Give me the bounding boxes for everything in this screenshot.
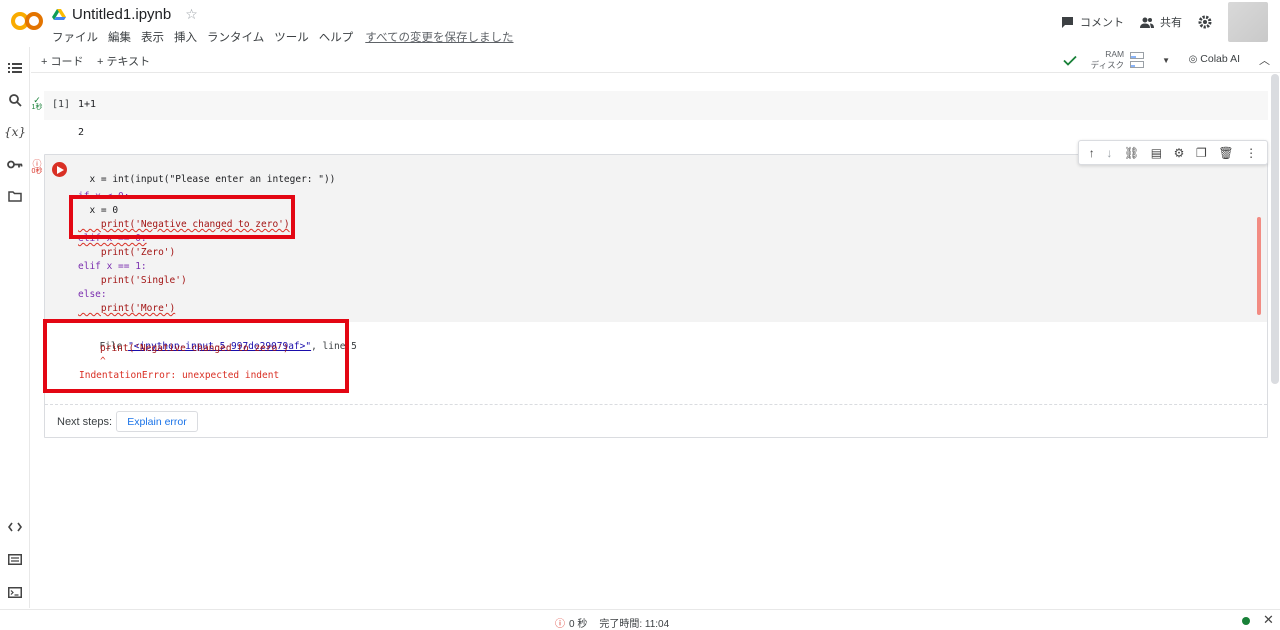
code-snippets-icon[interactable] (6, 518, 24, 536)
runtime-status[interactable]: RAM ディスク ▼ (1063, 49, 1170, 71)
table-of-contents-icon[interactable] (6, 59, 24, 77)
disk-label: ディスク (1090, 60, 1125, 70)
collapse-header-icon[interactable]: ︿ (1259, 52, 1270, 68)
menu-tools[interactable]: ツール (274, 29, 309, 45)
code-line-9[interactable]: print('Single') (78, 275, 187, 286)
avatar[interactable] (1228, 2, 1268, 42)
chevron-down-icon[interactable]: ▼ (1162, 56, 1170, 65)
save-status[interactable]: すべての変更を保存しました (365, 29, 513, 45)
code-line-7[interactable]: print('Zero') (78, 247, 175, 258)
terminal-icon[interactable] (6, 583, 24, 601)
connection-status-dot (1242, 617, 1250, 625)
more-options-icon[interactable]: ⋮ (1245, 146, 1257, 160)
variables-icon[interactable]: {x} (4, 123, 26, 141)
share-label: 共有 (1160, 17, 1182, 29)
menu-runtime[interactable]: ランタイム (207, 29, 264, 45)
highlight-box-error (43, 319, 349, 393)
gear-icon[interactable] (1198, 15, 1212, 29)
header: Untitled1.ipynb ☆ ファイル 編集 表示 挿入 ランタイム ツー… (0, 0, 1280, 46)
cell-1-code[interactable]: 1+1 (78, 99, 96, 110)
cell-2-status: ⓘ 0秒 (31, 160, 43, 176)
code-line-11[interactable]: print('More') (78, 303, 175, 314)
comment-label: コメント (1080, 17, 1124, 29)
star-icon[interactable]: ☆ (185, 6, 198, 23)
cell-action-toolbar: ↑ ↓ ⛓ ▤ ⚙ ❐ 🗑 ⋮ (1078, 140, 1268, 165)
comment-button[interactable]: コメント (1061, 14, 1124, 30)
ai-icon: ◎ (1188, 53, 1198, 65)
check-icon (1063, 55, 1077, 66)
status-bar: ⓘ 0 秒 完了時間: 11:04 ✕ (0, 609, 1280, 630)
ram-bar (1130, 52, 1145, 59)
code-line-10[interactable]: else: (78, 289, 107, 300)
error-scroll-indicator (1257, 217, 1261, 315)
menu-file[interactable]: ファイル (52, 29, 98, 45)
next-steps-label: Next steps: (57, 416, 113, 428)
page-scrollbar[interactable] (1271, 74, 1279, 384)
comment-icon (1062, 17, 1073, 28)
mirror-cell-icon[interactable]: ❐ (1196, 146, 1207, 160)
code-line-1[interactable]: x = int(input("Please enter an integer: … (78, 163, 335, 185)
move-down-icon[interactable]: ↓ (1106, 146, 1112, 160)
error-icon: ⓘ (555, 619, 565, 630)
left-sidebar: {x} (0, 47, 30, 608)
add-text-button[interactable]: + テキスト (97, 53, 150, 69)
folder-icon[interactable] (6, 187, 24, 205)
add-code-button[interactable]: + コード (41, 53, 83, 69)
completed-time: 完了時間: 11:04 (599, 619, 670, 630)
cell-1-time: 1秒 (31, 104, 43, 111)
error-icon: ⓘ (32, 159, 42, 169)
cell-1-output: 2 (78, 127, 85, 138)
close-icon[interactable]: ✕ (1263, 612, 1274, 628)
google-drive-icon (52, 8, 66, 20)
search-icon[interactable] (6, 91, 24, 109)
people-icon (1140, 17, 1154, 28)
menu-edit[interactable]: 編集 (108, 29, 131, 45)
explain-error-button[interactable]: Explain error (116, 411, 198, 432)
colab-ai-label: Colab AI (1200, 53, 1240, 65)
output-divider (45, 404, 1267, 405)
link-icon[interactable]: ⛓ (1124, 146, 1139, 160)
cell-1-status: ✓ 1秒 (31, 96, 43, 112)
notebook-toolbar: + コード + テキスト RAM ディスク ▼ ◎ Colab AI ︿ (31, 47, 1280, 73)
menu-view[interactable]: 表示 (141, 29, 164, 45)
highlight-box-code (69, 195, 295, 239)
share-button[interactable]: 共有 (1140, 14, 1182, 30)
comment-cell-icon[interactable]: ▤ (1151, 146, 1162, 160)
execution-count: [1] (52, 99, 71, 110)
key-icon[interactable] (6, 155, 24, 173)
delete-icon[interactable]: 🗑 (1218, 146, 1233, 160)
colab-ai-button[interactable]: ◎ Colab AI (1189, 53, 1240, 65)
run-cell-button[interactable] (52, 162, 67, 177)
move-up-icon[interactable]: ↑ (1089, 146, 1095, 160)
ram-label: RAM (1105, 49, 1125, 59)
check-icon: ✓ (33, 95, 41, 105)
code-cell-1[interactable] (44, 91, 1268, 120)
code-line-8[interactable]: elif x == 1: (78, 261, 147, 272)
menu-bar: ファイル 編集 表示 挿入 ランタイム ツール ヘルプ すべての変更を保存しまし… (52, 29, 514, 45)
command-palette-icon[interactable] (6, 550, 24, 568)
cell-settings-icon[interactable]: ⚙ (1174, 146, 1185, 160)
exec-time: 0 秒 (569, 619, 588, 630)
disk-bar (1130, 61, 1145, 68)
cell-2-time: 0秒 (31, 168, 43, 175)
colab-logo[interactable] (10, 9, 44, 33)
notebook-title[interactable]: Untitled1.ipynb (72, 6, 171, 23)
menu-help[interactable]: ヘルプ (319, 29, 354, 45)
menu-insert[interactable]: 挿入 (174, 29, 197, 45)
